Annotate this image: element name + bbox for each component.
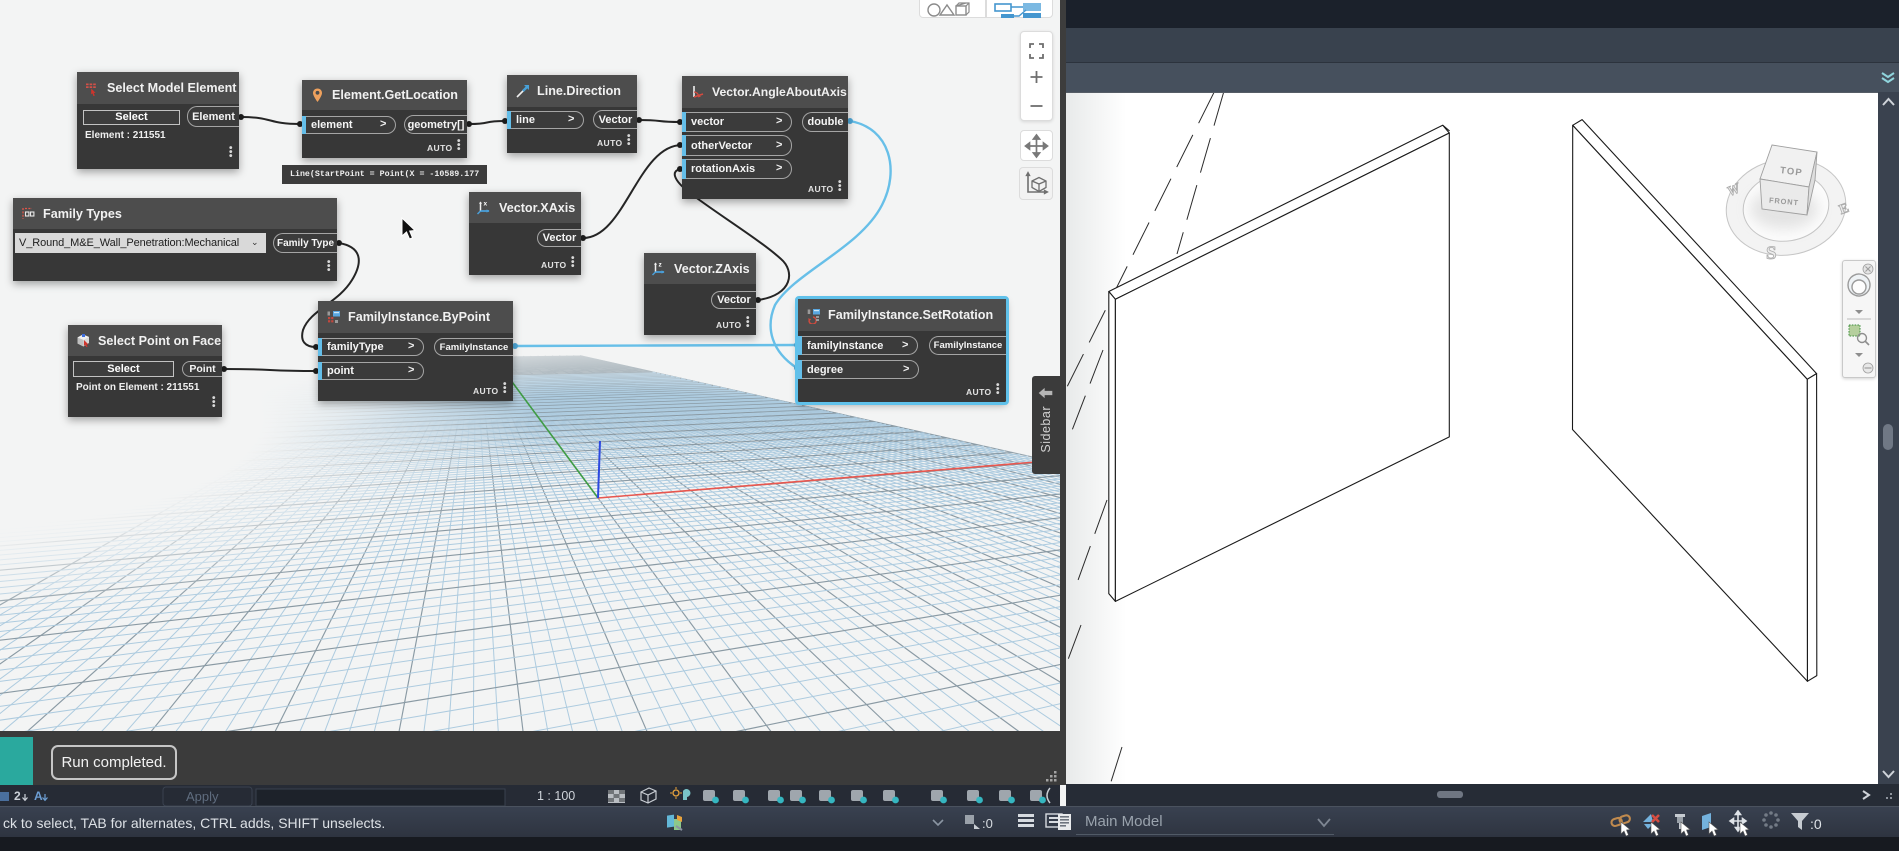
svg-text:x: x — [484, 201, 488, 208]
svg-text::0: :0 — [1810, 816, 1822, 832]
svg-text:S: S — [1766, 243, 1777, 264]
svg-text::0: :0 — [982, 816, 993, 831]
svg-text:z: z — [659, 262, 663, 269]
